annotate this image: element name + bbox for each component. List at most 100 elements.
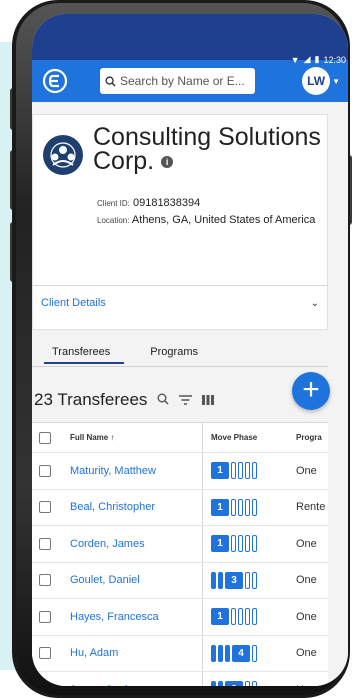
move-phase-segment — [252, 608, 257, 626]
chevron-down-icon: ▼ — [332, 76, 340, 86]
app-bar: Search by Name or E... LW ▼ — [32, 60, 348, 102]
transferee-name-link[interactable]: Corden, James — [58, 538, 202, 550]
move-phase-current: 4 — [232, 644, 250, 662]
move-phase-current: 1 — [211, 535, 229, 553]
table-row[interactable]: Hayes, Francesca 1 One — [32, 599, 328, 636]
wifi-icon: ▼ — [290, 54, 300, 65]
move-phase-segment — [231, 462, 236, 480]
program-cell: One — [296, 574, 317, 587]
program-cell: One — [296, 647, 317, 660]
move-phase-segment — [252, 535, 257, 553]
move-phase-segment — [252, 498, 257, 516]
move-phase-current: 3 — [225, 681, 243, 686]
filter-icon[interactable] — [179, 393, 193, 408]
client-card: Consulting Solutions Corp. i Client ID: … — [32, 114, 328, 330]
row-checkbox[interactable] — [39, 683, 51, 686]
move-phase-segment — [231, 535, 236, 553]
program-cell: Ho — [290, 684, 328, 686]
location-label: Location: — [97, 216, 130, 225]
move-phase-segment — [245, 681, 250, 686]
program-cell: One — [296, 537, 317, 550]
move-phase-current: 3 — [225, 571, 243, 589]
add-transferee-button[interactable]: + — [292, 372, 330, 410]
phone-screen: ▼ ◢ ▮ 12:30 Search by Name or E... LW ▼ … — [32, 14, 348, 686]
move-phase-indicator: 1 — [202, 599, 290, 635]
row-checkbox[interactable] — [39, 464, 51, 477]
program-cell: One — [296, 610, 317, 623]
move-phase-segment — [252, 681, 257, 686]
move-phase-segment — [245, 462, 250, 480]
row-checkbox[interactable] — [39, 610, 51, 623]
avatar: LW — [302, 67, 331, 95]
move-phase-segment — [252, 462, 257, 480]
move-phase-indicator: 4 — [202, 635, 290, 671]
tab-transferees[interactable]: Transferees — [43, 344, 125, 364]
move-phase-segment — [245, 608, 250, 626]
move-phase-current: 1 — [211, 462, 229, 480]
move-phase-segment — [245, 535, 250, 553]
transferee-name-link[interactable]: Hayes, Francesca — [58, 611, 202, 623]
transferee-name-link[interactable]: Hu, Adam — [58, 647, 202, 659]
move-phase-segment — [231, 608, 236, 626]
table-header-row: Full Name ↑ Move Phase Progra — [32, 423, 328, 453]
table-row[interactable]: Maturity, Matthew 1 One — [32, 453, 328, 490]
client-name-text: Consulting Solutions Corp. — [93, 123, 321, 175]
search-input[interactable]: Search by Name or E... — [100, 68, 255, 94]
move-phase-segment — [211, 644, 216, 662]
transferee-name-link[interactable]: Maturity, Matthew — [58, 465, 202, 477]
transferee-name-link[interactable]: Beal, Christopher — [58, 501, 202, 513]
program-cell: Rente — [296, 501, 326, 514]
row-checkbox[interactable] — [39, 574, 51, 587]
move-phase-indicator: 1 — [202, 526, 290, 562]
table-row[interactable]: Corden, James 1 One — [32, 526, 328, 563]
location-value: Athens, GA, United States of America — [131, 214, 316, 226]
move-phase-segment — [238, 608, 243, 626]
select-all-checkbox[interactable] — [39, 431, 51, 444]
transferee-name-link[interactable]: Jones, Suehong — [58, 684, 202, 686]
move-phase-indicator: 3 — [202, 562, 290, 598]
client-name: Consulting Solutions Corp. i — [93, 123, 323, 175]
client-logo-icon — [43, 135, 83, 175]
main-content: Consulting Solutions Corp. i Client ID: … — [32, 102, 348, 686]
table-row[interactable]: Hu, Adam 4 One — [32, 635, 328, 672]
search-icon — [105, 75, 116, 87]
move-phase-segment — [245, 571, 250, 589]
move-phase-segment — [245, 498, 250, 516]
user-menu[interactable]: LW ▼ — [302, 67, 340, 95]
move-phase-segment — [238, 462, 243, 480]
row-checkbox[interactable] — [39, 501, 51, 514]
move-phase-segment — [231, 498, 236, 516]
client-id-label: Client ID: — [97, 199, 130, 208]
tab-bar: Transferees Programs — [43, 344, 204, 364]
move-phase-current: 1 — [211, 498, 229, 516]
row-checkbox[interactable] — [39, 537, 51, 550]
row-checkbox[interactable] — [39, 647, 51, 660]
column-header-program[interactable]: Progra — [290, 433, 328, 442]
columns-icon[interactable] — [202, 393, 215, 408]
table-row[interactable]: Jones, Suehong 3 Ho — [32, 672, 328, 686]
move-phase-segment — [238, 498, 243, 516]
search-icon[interactable] — [157, 393, 169, 408]
program-cell: One — [296, 464, 317, 477]
move-phase-current: 1 — [211, 608, 229, 626]
app-logo-icon[interactable] — [40, 66, 70, 96]
status-bar: ▼ ◢ ▮ 12:30 — [32, 14, 348, 65]
client-id-value: 09181838394 — [132, 197, 201, 209]
client-details-label: Client Details — [41, 297, 106, 309]
table-row[interactable]: Beal, Christopher 1 Rente — [32, 489, 328, 526]
move-phase-segment — [218, 681, 223, 686]
info-icon[interactable]: i — [161, 156, 174, 169]
chevron-down-icon: ⌄ — [310, 297, 319, 309]
move-phase-segment — [211, 681, 216, 686]
transferee-name-link[interactable]: Goulet, Daniel — [58, 574, 202, 586]
move-phase-segment — [218, 644, 223, 662]
column-header-phase[interactable]: Move Phase — [202, 423, 290, 452]
search-placeholder: Search by Name or E... — [120, 74, 245, 88]
table-row[interactable]: Goulet, Daniel 3 One — [32, 562, 328, 599]
client-meta: Client ID: 09181838394 Location: Athens,… — [97, 195, 317, 229]
tab-programs[interactable]: Programs — [144, 344, 204, 364]
client-details-toggle[interactable]: Client Details ⌄ — [41, 293, 319, 313]
column-header-name[interactable]: Full Name ↑ — [58, 433, 202, 442]
signal-icon: ◢ — [303, 54, 311, 64]
move-phase-segment — [252, 644, 257, 662]
